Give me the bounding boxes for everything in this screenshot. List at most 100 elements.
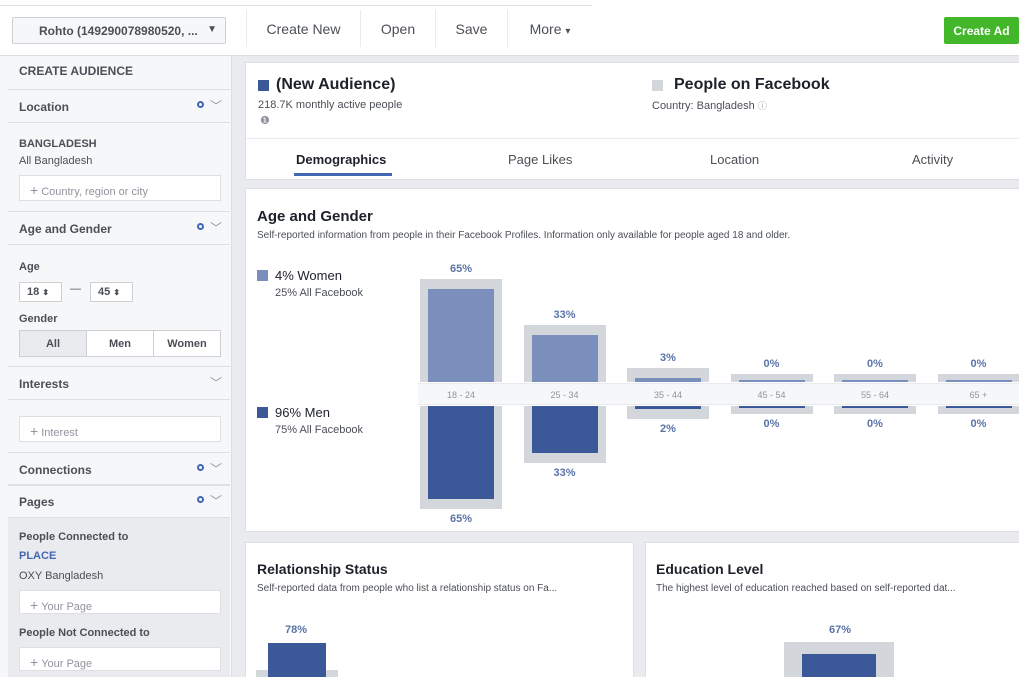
more-menu-button[interactable]: More ▾ <box>507 10 592 47</box>
audience-size: 218.7K monthly active people <box>258 99 403 111</box>
education-subtitle: The highest level of education reached b… <box>656 583 956 594</box>
interest-input[interactable]: + Interest <box>19 416 221 442</box>
women-bar <box>842 380 908 382</box>
age-max-select[interactable]: 45 ⬍ <box>90 282 133 302</box>
plus-icon: + <box>30 423 39 439</box>
women-value-label: 65% <box>449 263 473 275</box>
women-value-label: 3% <box>660 351 676 364</box>
info-icon[interactable]: ⓘ <box>758 101 767 111</box>
location-country: BANGLADESH <box>19 138 97 150</box>
connections-section-header[interactable]: Connections ﹀ <box>8 452 230 486</box>
tab-page-likes[interactable]: Page Likes <box>508 152 572 167</box>
age-gender-subtitle: Self-reported information from people in… <box>257 230 791 241</box>
connected-place[interactable]: PLACE <box>19 550 56 562</box>
plus-icon: + <box>30 654 39 670</box>
age-category-label: 18 - 24 <box>446 390 476 400</box>
age-gender-title: Age and Gender <box>257 208 373 225</box>
chevron-down-icon: ﹀ <box>209 376 222 390</box>
plus-icon: + <box>30 182 39 198</box>
men-value-label: 0% <box>867 418 883 430</box>
chevron-down-icon: ﹀ <box>209 494 222 508</box>
your-page-input[interactable]: + Your Page <box>19 590 221 614</box>
age-axis-band <box>418 383 1019 405</box>
men-bar <box>635 406 701 409</box>
tab-activity[interactable]: Activity <box>912 152 953 167</box>
audience-color-swatch <box>258 80 269 91</box>
age-category-label: 55 - 64 <box>860 390 890 400</box>
relationship-bar <box>268 643 326 677</box>
location-detail: All Bangladesh <box>19 155 93 167</box>
info-icon[interactable]: ❶ <box>260 114 270 127</box>
save-button[interactable]: Save <box>435 10 507 47</box>
create-new-button[interactable]: Create New <box>246 10 360 47</box>
your-page-input-2[interactable]: + Your Page <box>19 647 221 671</box>
men-bar <box>531 406 598 454</box>
men-value-label: 33% <box>553 467 576 480</box>
compare-country: Country: Bangladesh ⓘ <box>652 100 767 112</box>
age-dash: — <box>70 283 81 295</box>
relationship-title: Relationship Status <box>257 561 388 577</box>
age-category-label: 25 - 34 <box>550 390 579 400</box>
women-value-label: 0% <box>970 358 987 370</box>
age-label: Age <box>19 261 40 273</box>
age-min-select[interactable]: 18 ⬍ <box>19 282 62 302</box>
gender-all-button[interactable]: All <box>20 331 86 356</box>
gender-label: Gender <box>19 313 58 325</box>
top-toolbar: Rohto (149290078980520, ... ▼ Create New… <box>0 0 1019 56</box>
men-bar <box>842 406 908 408</box>
men-bar <box>428 406 494 499</box>
age-gender-section-header[interactable]: Age and Gender ﹀ <box>8 211 230 245</box>
compare-color-swatch <box>652 80 663 91</box>
age-category-label: 35 - 44 <box>653 390 683 400</box>
connected-label: People Connected to <box>19 531 129 543</box>
women-bar <box>945 380 1012 382</box>
chevron-down-icon: ▼ <box>207 24 217 35</box>
active-tab-indicator <box>294 173 392 176</box>
connected-page-name: OXY Bangladesh <box>19 570 104 582</box>
men-bar <box>945 406 1012 408</box>
edit-dot-icon <box>197 496 204 503</box>
audience-title: (New Audience) <box>276 76 396 93</box>
edit-dot-icon <box>197 464 204 471</box>
tab-demographics[interactable]: Demographics <box>296 152 386 167</box>
women-value-label: 33% <box>553 308 576 321</box>
toolbar-divider <box>0 5 592 6</box>
open-button[interactable]: Open <box>360 10 435 47</box>
interests-section-header[interactable]: Interests ﹀ <box>8 366 230 400</box>
men-sub: 75% All Facebook <box>275 424 364 436</box>
men-value-label: 0% <box>970 418 987 430</box>
women-label: 4% Women <box>275 268 342 283</box>
education-bar <box>802 654 876 677</box>
men-bar <box>738 406 805 408</box>
relationship-top-value: 78% <box>284 624 308 636</box>
women-bar <box>531 334 598 382</box>
gender-selector: All Men Women <box>19 330 221 357</box>
education-panel: Education Level The highest level of edu… <box>645 542 1019 677</box>
women-bar <box>738 380 805 382</box>
not-connected-label: People Not Connected to <box>19 627 150 639</box>
pages-section-header[interactable]: Pages ﹀ <box>8 484 230 518</box>
chevron-down-icon: ﹀ <box>209 462 222 476</box>
men-value-label: 65% <box>449 513 473 525</box>
education-top-value: 67% <box>828 624 852 636</box>
edit-dot-icon <box>197 223 204 230</box>
location-section-header[interactable]: Location ﹀ <box>8 89 230 123</box>
women-bar <box>635 377 701 382</box>
women-value-label: 0% <box>867 358 883 370</box>
plus-icon: + <box>30 597 39 613</box>
age-category-label: 45 - 54 <box>757 390 786 400</box>
chevron-down-icon: ﹀ <box>209 221 222 235</box>
gender-women-button[interactable]: Women <box>153 331 220 356</box>
account-selector[interactable]: Rohto (149290078980520, ... ▼ <box>12 17 226 44</box>
gender-men-button[interactable]: Men <box>86 331 153 356</box>
men-swatch <box>257 407 268 418</box>
chevron-down-icon: ﹀ <box>209 99 222 113</box>
education-title: Education Level <box>656 561 764 577</box>
women-bar <box>428 289 494 382</box>
relationship-panel: Relationship Status Self-reported data f… <box>245 542 634 677</box>
caret-down-icon: ▾ <box>565 26 571 37</box>
create-ad-button[interactable]: Create Ad <box>944 17 1019 44</box>
tab-location[interactable]: Location <box>710 152 759 167</box>
compare-title: People on Facebook <box>674 76 830 93</box>
location-input[interactable]: + Country, region or city <box>19 175 221 201</box>
